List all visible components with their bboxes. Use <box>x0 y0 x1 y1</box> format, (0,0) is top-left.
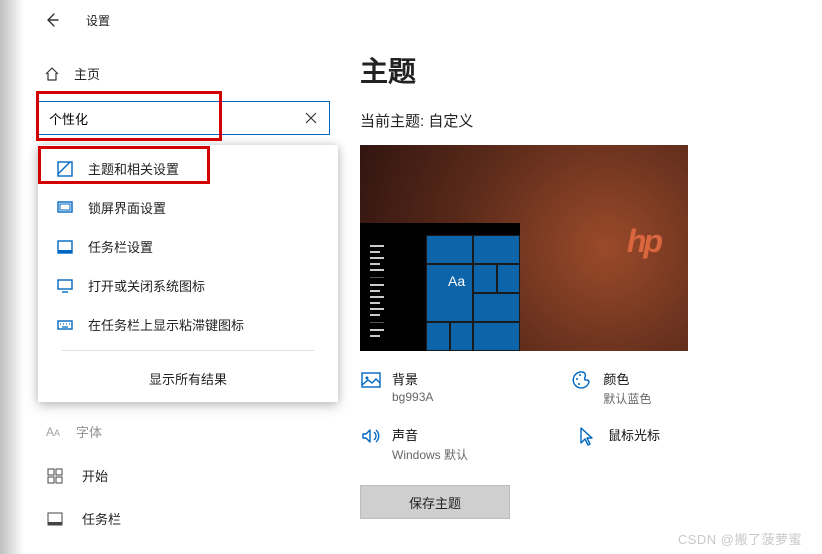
suggestion-taskbar[interactable]: 任务栏设置 <box>38 227 338 266</box>
setting-background[interactable]: 背景 bg993A <box>360 369 433 407</box>
titlebar: 设置 <box>24 0 822 40</box>
home-icon <box>44 66 60 82</box>
suggestion-lockscreen[interactable]: 锁屏界面设置 <box>38 188 338 227</box>
suggestion-label: 任务栏设置 <box>88 237 153 256</box>
setting-label: 背景 <box>392 369 433 388</box>
page-title: 主题 <box>360 50 820 90</box>
clear-search-button[interactable] <box>301 108 321 128</box>
suggestion-sticky-keys[interactable]: 在任务栏上显示粘滞键图标 <box>38 305 338 344</box>
suggestion-label: 锁屏界面设置 <box>88 198 166 217</box>
arrow-left-icon <box>44 12 60 28</box>
search-field[interactable] <box>38 101 330 135</box>
sidebar-item-label: 开始 <box>82 466 108 485</box>
setting-color[interactable]: 颜色 默认蓝色 <box>571 369 651 407</box>
start-icon <box>46 467 64 485</box>
dropdown-separator <box>62 350 314 351</box>
window-title: 设置 <box>86 12 110 29</box>
setting-value: 默认蓝色 <box>603 390 651 407</box>
picture-icon <box>360 369 382 391</box>
search-input[interactable] <box>49 111 301 126</box>
sidebar-nav-rest: 开始 任务栏 <box>24 454 344 540</box>
theme-icon <box>56 160 74 178</box>
palette-icon <box>571 369 593 391</box>
preview-font-sample: Aa <box>448 273 465 289</box>
sound-icon <box>360 425 382 447</box>
current-theme-label: 当前主题: 自定义 <box>360 110 820 131</box>
main-content: 主题 当前主题: 自定义 hp <box>360 50 820 519</box>
cursor-icon <box>576 425 598 447</box>
sidebar-peek: AA 字体 <box>24 416 344 447</box>
setting-label: 声音 <box>392 425 468 444</box>
sidebar-item-label: 字体 <box>76 422 102 441</box>
sidebar-home[interactable]: 主页 <box>24 60 344 101</box>
setting-label: 颜色 <box>603 369 651 388</box>
preview-start-menu: Aa <box>360 223 520 351</box>
sidebar-item-start[interactable]: 开始 <box>24 454 344 497</box>
window-left-shadow <box>0 0 24 554</box>
setting-value: bg993A <box>392 390 433 404</box>
keyboard-icon <box>56 316 74 334</box>
suggestion-label: 在任务栏上显示粘滞键图标 <box>88 315 244 334</box>
show-all-results[interactable]: 显示所有结果 <box>38 357 338 402</box>
setting-label: 鼠标光标 <box>608 425 660 444</box>
wallpaper-logo: hp <box>627 223 660 260</box>
sidebar: 主页 <box>24 60 344 137</box>
sidebar-item-taskbar[interactable]: 任务栏 <box>24 497 344 540</box>
sidebar-home-label: 主页 <box>74 64 100 83</box>
font-icon: AA <box>46 425 60 439</box>
suggestion-label: 主题和相关设置 <box>88 159 179 178</box>
lockscreen-icon <box>56 199 74 217</box>
sidebar-item-label: 任务栏 <box>82 509 121 528</box>
back-button[interactable] <box>42 10 62 30</box>
taskbar-nav-icon <box>46 510 64 528</box>
setting-sound[interactable]: 声音 Windows 默认 <box>360 425 468 463</box>
search-suggestions-dropdown: 主题和相关设置 锁屏界面设置 任务栏设置 打开或关闭系统图标 在任务栏上显示粘滞… <box>38 145 338 402</box>
monitor-icon <box>56 277 74 295</box>
suggestion-system-icons[interactable]: 打开或关闭系统图标 <box>38 266 338 305</box>
suggestion-label: 打开或关闭系统图标 <box>88 276 205 295</box>
setting-cursor[interactable]: 鼠标光标 <box>576 425 660 463</box>
theme-preview[interactable]: hp <box>360 145 688 351</box>
watermark: CSDN @搬了菠萝蜜 <box>678 529 802 548</box>
save-theme-button[interactable]: 保存主题 <box>360 485 510 519</box>
taskbar-icon <box>56 238 74 256</box>
setting-value: Windows 默认 <box>392 446 468 463</box>
suggestion-themes[interactable]: 主题和相关设置 <box>38 149 338 188</box>
close-icon <box>305 112 317 124</box>
